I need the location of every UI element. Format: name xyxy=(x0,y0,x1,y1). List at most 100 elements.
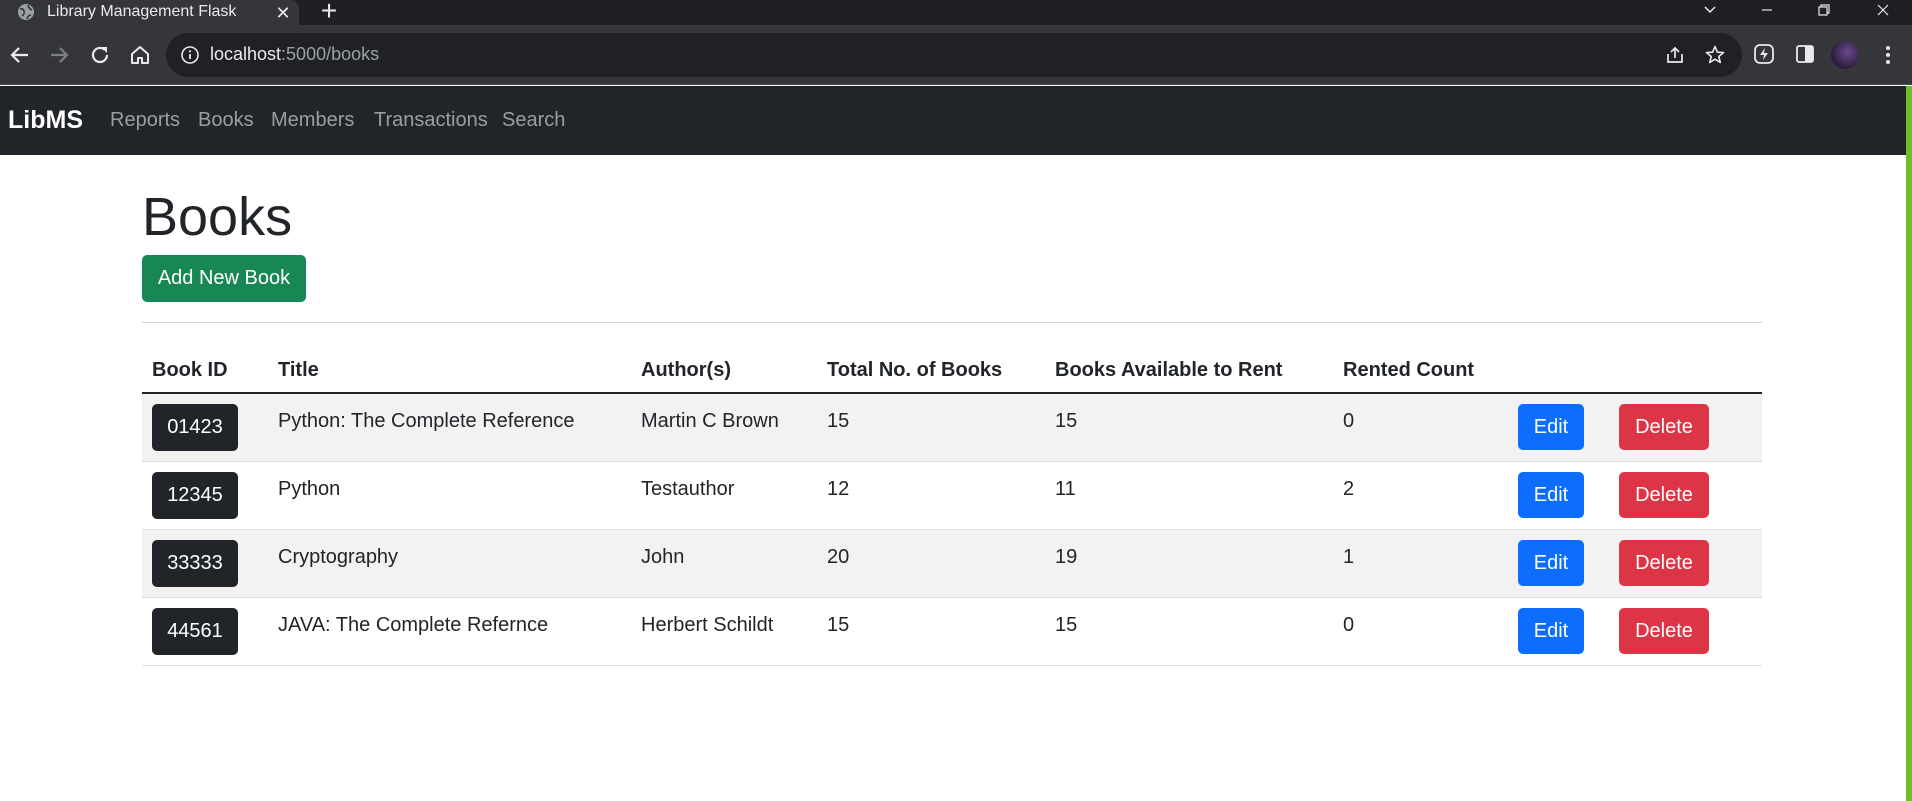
scrollbar[interactable] xyxy=(1906,86,1912,801)
brand-logo[interactable]: LibMS xyxy=(8,106,83,135)
back-arrow-icon[interactable] xyxy=(7,42,33,68)
nav-link-members[interactable]: Members xyxy=(271,109,354,132)
column-header-title: Title xyxy=(268,348,631,394)
book-author: Herbert Schildt xyxy=(631,597,817,666)
add-new-book-button[interactable]: Add New Book xyxy=(142,255,306,302)
book-id-badge: 12345 xyxy=(152,471,238,519)
url-text[interactable]: localhost:5000/books xyxy=(210,44,379,65)
book-title: Python xyxy=(268,461,631,530)
url-host: localhost xyxy=(210,44,282,64)
edit-cell: Edit xyxy=(1508,529,1609,598)
row-spacer xyxy=(1738,529,1762,598)
book-rented: 0 xyxy=(1333,597,1508,666)
column-header-edit xyxy=(1508,348,1609,394)
restore-icon[interactable] xyxy=(1801,0,1847,24)
browser-tab-bar: Library Management Flask ✕ + xyxy=(0,0,1912,25)
delete-button[interactable]: Delete xyxy=(1619,471,1709,518)
table-header-row: Book ID Title Author(s) Total No. of Boo… xyxy=(142,348,1762,394)
book-total: 20 xyxy=(817,529,1045,598)
book-available: 15 xyxy=(1045,597,1333,666)
delete-cell: Delete xyxy=(1609,461,1738,530)
table-row: 01423 Python: The Complete Reference Mar… xyxy=(142,393,1762,462)
book-id-badge: 33333 xyxy=(152,539,238,587)
reload-icon[interactable] xyxy=(87,42,113,68)
column-header-delete xyxy=(1609,348,1738,394)
minimize-icon[interactable] xyxy=(1744,0,1790,24)
edit-button[interactable]: Edit xyxy=(1518,404,1584,450)
book-id-cell: 01423 xyxy=(142,393,268,462)
globe-icon xyxy=(18,4,34,20)
delete-button[interactable]: Delete xyxy=(1619,607,1709,654)
edit-button[interactable]: Edit xyxy=(1518,607,1584,654)
column-header-total-books: Total No. of Books xyxy=(817,348,1045,394)
close-tab-icon[interactable]: ✕ xyxy=(272,2,294,24)
column-header-books-available: Books Available to Rent xyxy=(1045,348,1333,394)
book-author: Martin C Brown xyxy=(631,393,817,462)
books-table: Book ID Title Author(s) Total No. of Boo… xyxy=(142,348,1762,666)
close-window-icon[interactable] xyxy=(1860,0,1906,24)
row-spacer xyxy=(1738,461,1762,530)
book-title: Python: The Complete Reference xyxy=(268,393,631,462)
book-total: 12 xyxy=(817,461,1045,530)
book-id-cell: 12345 xyxy=(142,461,268,530)
book-rented: 0 xyxy=(1333,393,1508,462)
nav-link-search[interactable]: Search xyxy=(502,109,565,132)
edit-button[interactable]: Edit xyxy=(1518,539,1584,586)
column-header-book-id: Book ID xyxy=(142,348,268,394)
book-id-cell: 33333 xyxy=(142,529,268,598)
forward-arrow-icon[interactable] xyxy=(46,42,72,68)
table-row: 12345 Python Testauthor 12 11 2 Edit Del… xyxy=(142,461,1762,530)
book-id-badge: 01423 xyxy=(152,404,238,451)
browser-toolbar: localhost:5000/books xyxy=(0,25,1912,85)
book-rented: 2 xyxy=(1333,461,1508,530)
home-icon[interactable] xyxy=(127,42,153,68)
address-bar[interactable]: localhost:5000/books xyxy=(166,33,1742,77)
book-available: 19 xyxy=(1045,529,1333,598)
book-rented: 1 xyxy=(1333,529,1508,598)
divider xyxy=(142,322,1762,323)
new-tab-button[interactable]: + xyxy=(316,0,342,25)
book-title: JAVA: The Complete Refernce xyxy=(268,597,631,666)
browser-menu-icon[interactable] xyxy=(1878,41,1898,69)
page-title: Books xyxy=(142,187,293,247)
extension-icon[interactable] xyxy=(1752,42,1776,66)
edit-cell: Edit xyxy=(1508,597,1609,666)
url-path: :5000/books xyxy=(281,44,380,64)
nav-link-reports[interactable]: Reports xyxy=(110,109,180,132)
row-spacer xyxy=(1738,393,1762,462)
book-title: Cryptography xyxy=(268,529,631,598)
site-info-icon[interactable] xyxy=(180,45,200,65)
book-total: 15 xyxy=(817,393,1045,462)
edit-button[interactable]: Edit xyxy=(1518,471,1584,518)
tab-title: Library Management Flask xyxy=(47,3,237,20)
delete-button[interactable]: Delete xyxy=(1619,404,1709,450)
book-total: 15 xyxy=(817,597,1045,666)
book-id-cell: 44561 xyxy=(142,597,268,666)
delete-cell: Delete xyxy=(1609,529,1738,598)
share-icon[interactable] xyxy=(1664,44,1686,66)
edit-cell: Edit xyxy=(1508,393,1609,462)
edit-cell: Edit xyxy=(1508,461,1609,530)
book-author: Testauthor xyxy=(631,461,817,530)
book-available: 11 xyxy=(1045,461,1333,530)
delete-button[interactable]: Delete xyxy=(1619,539,1709,586)
book-author: John xyxy=(631,529,817,598)
nav-link-transactions[interactable]: Transactions xyxy=(374,109,488,132)
tab-search-chevron-icon[interactable] xyxy=(1687,0,1733,24)
app-navbar: LibMS Reports Books Members Transactions… xyxy=(0,86,1906,155)
book-available: 15 xyxy=(1045,393,1333,462)
column-header-authors: Author(s) xyxy=(631,348,817,394)
side-panel-icon[interactable] xyxy=(1793,42,1817,66)
nav-link-books[interactable]: Books xyxy=(198,109,254,132)
book-id-badge: 44561 xyxy=(152,607,238,655)
table-row: 33333 Cryptography John 20 19 1 Edit Del… xyxy=(142,529,1762,598)
column-header-rented-count: Rented Count xyxy=(1333,348,1508,394)
delete-cell: Delete xyxy=(1609,393,1738,462)
browser-tab[interactable]: Library Management Flask ✕ xyxy=(0,0,299,25)
table-row: 44561 JAVA: The Complete Refernce Herber… xyxy=(142,597,1762,666)
row-spacer xyxy=(1738,597,1762,666)
bookmark-star-icon[interactable] xyxy=(1704,44,1726,66)
delete-cell: Delete xyxy=(1609,597,1738,666)
profile-avatar[interactable] xyxy=(1831,41,1859,69)
column-header-spacer xyxy=(1738,348,1762,394)
